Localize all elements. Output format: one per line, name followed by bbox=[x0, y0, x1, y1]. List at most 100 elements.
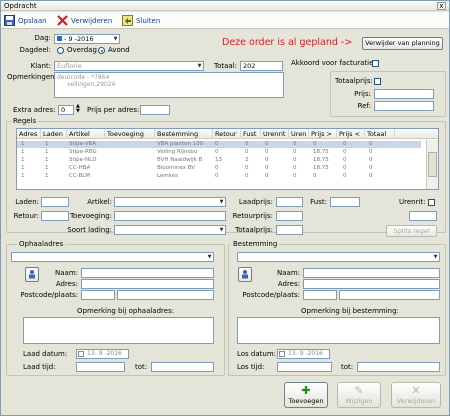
los-tijd-from-field[interactable] bbox=[277, 362, 332, 372]
laadprijs-label: Laadprijs: bbox=[238, 198, 273, 206]
add-button[interactable]: ✚ Toevoegen bbox=[284, 382, 328, 408]
totaal-field[interactable]: 202 bbox=[240, 61, 283, 71]
ophaaladres-select[interactable]: ▼ bbox=[11, 252, 214, 262]
ophaal-plaats-field[interactable] bbox=[117, 290, 214, 300]
laad-datum-value: 13- 9 -2016 bbox=[87, 350, 122, 357]
prijs-per-adres-field[interactable] bbox=[140, 105, 170, 115]
bestemming-select[interactable]: ▼ bbox=[237, 252, 440, 262]
column-header[interactable]: Adres bbox=[17, 129, 41, 139]
ophaal-adres-field[interactable] bbox=[81, 279, 214, 289]
bestemming-lookup-button[interactable] bbox=[238, 267, 252, 282]
scrollbar-thumb[interactable] bbox=[428, 152, 437, 177]
artikel-select[interactable]: ▼ bbox=[114, 197, 226, 207]
column-header[interactable]: Prijs < bbox=[337, 129, 365, 139]
bestemming-naam-field[interactable] bbox=[303, 268, 440, 278]
split-row-button[interactable]: Splits regel bbox=[386, 225, 437, 237]
los-tijd-label: Los tijd: bbox=[237, 363, 265, 371]
retour-field[interactable] bbox=[41, 211, 69, 221]
table-cell: 0 bbox=[293, 157, 297, 163]
overdag-radio[interactable] bbox=[57, 47, 64, 54]
window-title: Opdracht bbox=[4, 2, 37, 10]
akkoord-checkbox[interactable] bbox=[372, 60, 379, 67]
soort-lading-select[interactable]: ▼ bbox=[114, 225, 226, 235]
column-header[interactable]: Prijs > bbox=[309, 129, 337, 139]
stepper-down-icon[interactable]: ▼ bbox=[76, 109, 80, 114]
table-scrollbar[interactable] bbox=[426, 140, 438, 189]
totaal-label: Totaal: bbox=[214, 62, 237, 70]
regels-table[interactable]: Adres Laden Artikel Toevoeging Bestemmin… bbox=[16, 128, 439, 190]
opmerkingen-line-2: vellingen,29024 bbox=[67, 81, 116, 88]
extra-adres-stepper[interactable]: 0 bbox=[58, 105, 74, 115]
table-cell: 0 bbox=[215, 141, 219, 147]
edit-button[interactable]: ✎ Wijzigen bbox=[337, 382, 381, 408]
plus-icon: ✚ bbox=[301, 384, 311, 397]
laad-tijd-to-field[interactable] bbox=[151, 362, 214, 372]
remove-planning-button[interactable]: Verwijder van planning bbox=[362, 37, 443, 50]
los-datum-picker[interactable]: 13- 9 -2016 bbox=[277, 349, 330, 359]
column-header[interactable]: Uren bbox=[289, 129, 309, 139]
klant-select[interactable]: Euflorie ▼ bbox=[54, 61, 204, 71]
edit-label: Wijzigen bbox=[345, 397, 373, 405]
laadprijs-field[interactable] bbox=[276, 197, 303, 207]
extra-adres-value: 0 bbox=[61, 106, 66, 114]
column-header[interactable]: Totaal bbox=[365, 129, 395, 139]
remove-line-button[interactable]: ✕ Verwijderen bbox=[391, 382, 441, 408]
column-header[interactable]: Bestemming bbox=[155, 129, 213, 139]
close-window-icon[interactable]: x bbox=[437, 2, 446, 10]
close-button[interactable]: Sluiten bbox=[122, 14, 160, 27]
bestemming-plaats-field[interactable] bbox=[339, 290, 440, 300]
ophaal-postcode-field[interactable] bbox=[81, 290, 115, 300]
urenrit-field[interactable] bbox=[409, 211, 437, 221]
delete-button[interactable]: Verwijderen bbox=[57, 14, 112, 27]
ophaal-naam-field[interactable] bbox=[81, 268, 214, 278]
ref-field[interactable] bbox=[374, 101, 434, 111]
avond-radio[interactable] bbox=[98, 47, 105, 54]
urenrit-checkbox[interactable] bbox=[428, 199, 435, 206]
dag-date-picker[interactable]: - 9 -2016 ▼ bbox=[54, 34, 120, 44]
bestemming-opmerking-textarea[interactable] bbox=[237, 317, 440, 344]
column-header[interactable]: Toevoeging bbox=[105, 129, 155, 139]
table-cell: 0 bbox=[215, 149, 219, 155]
ref-label: Ref: bbox=[357, 102, 371, 110]
table-cell: 0 bbox=[313, 173, 317, 179]
toevoeging-field[interactable] bbox=[114, 211, 226, 221]
los-tijd-to-field[interactable] bbox=[357, 362, 440, 372]
column-header[interactable]: Urenrit bbox=[261, 129, 289, 139]
retourprijs-field[interactable] bbox=[276, 211, 303, 221]
save-button[interactable]: Opslaan bbox=[4, 14, 47, 27]
table-cell: Stipe-NLD bbox=[69, 157, 97, 163]
table-cell: 0 bbox=[245, 165, 249, 171]
bestemming-adres-field[interactable] bbox=[303, 279, 440, 289]
totaalprijs-row-field[interactable] bbox=[276, 225, 303, 235]
prijs-field[interactable] bbox=[374, 89, 434, 99]
column-header[interactable]: Fust bbox=[241, 129, 261, 139]
column-header[interactable]: Retour bbox=[213, 129, 241, 139]
column-header[interactable]: Laden bbox=[41, 129, 67, 139]
opmerkingen-textarea[interactable]: deurcode - *7864 vellingen,29024 bbox=[54, 72, 284, 98]
totaalprijs-checkbox[interactable] bbox=[374, 78, 381, 85]
table-cell: 0 bbox=[369, 149, 373, 155]
table-cell: 1 bbox=[45, 165, 49, 171]
ophaal-opmerking-textarea[interactable] bbox=[23, 317, 214, 344]
laad-datum-picker[interactable]: 13- 9 -2016 bbox=[76, 349, 129, 359]
dag-value: - 9 -2016 bbox=[64, 35, 94, 43]
table-cell: 1 bbox=[45, 173, 49, 179]
table-cell: CC-BLM bbox=[69, 173, 91, 179]
los-datum-checkbox[interactable] bbox=[279, 351, 285, 357]
table-row[interactable]: 1 1 CC-BLM Lemkes 0 0 0 0 0 0 0 bbox=[17, 173, 421, 180]
bestemming-postcode-field[interactable] bbox=[303, 290, 337, 300]
laad-datum-checkbox[interactable] bbox=[78, 351, 84, 357]
laad-tijd-from-field[interactable] bbox=[76, 362, 125, 372]
table-row[interactable]: 1 1 Stipe-RBG Veiling Rijnsbu 0 0 0 0 18,75 0 0 bbox=[17, 149, 421, 156]
table-row[interactable]: 1 1 Stipe-VBA VBA planten 100 0 0 0 0 0 0 0 bbox=[17, 141, 421, 148]
table-row[interactable]: 1 1 CC-HBA Bloominex BV 0 0 0 0 18,75 0 0 bbox=[17, 165, 421, 172]
table-cell: 0 bbox=[245, 141, 249, 147]
table-cell: 1 bbox=[45, 149, 49, 155]
column-header[interactable]: Artikel bbox=[67, 129, 105, 139]
ophaal-adres-label: Adres: bbox=[55, 280, 78, 288]
table-cell: 0 bbox=[293, 149, 297, 155]
save-label: Opslaan bbox=[18, 16, 47, 25]
fust-field[interactable] bbox=[330, 197, 360, 207]
laden-field[interactable] bbox=[41, 197, 69, 207]
table-row[interactable]: 1 1 Stipe-NLD BVH Naaldwijk B 13 2 0 0 18,75 0 0 bbox=[17, 157, 421, 164]
